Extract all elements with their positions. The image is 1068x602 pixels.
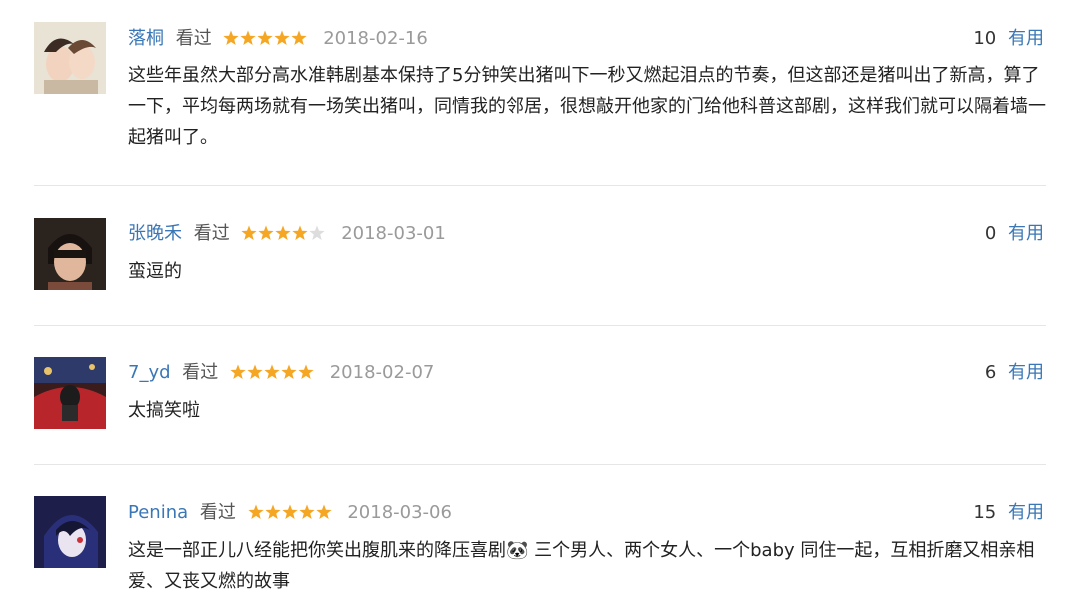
star-filled-icon [298, 364, 314, 379]
comment-header: 落桐 看过 2018-02-16 [128, 24, 428, 54]
comment-date: 2018-02-16 [323, 28, 428, 49]
useful-count: 15 [973, 502, 997, 523]
rating-stars-svg [247, 504, 332, 519]
watch-status: 看过 [193, 223, 230, 244]
star-filled-icon [275, 225, 292, 240]
useful-button[interactable]: 有用 [1008, 502, 1044, 523]
watch-status: 看过 [182, 362, 219, 383]
rating-stars-svg [241, 225, 326, 240]
comment-header: 张晚禾 看过 2018-03-01 [128, 219, 446, 249]
useful-button[interactable]: 有用 [1008, 362, 1044, 383]
star-filled-icon [223, 30, 240, 45]
avatar[interactable] [34, 22, 106, 94]
divider [34, 185, 1046, 186]
username-link[interactable]: 7_yd [128, 362, 171, 383]
comment-text: 太搞笑啦 [128, 400, 200, 421]
useful-button[interactable]: 有用 [1008, 223, 1044, 244]
comment-header: Penina 看过 2018-03-06 [128, 498, 452, 528]
useful-count: 6 [984, 362, 997, 383]
star-filled-icon [241, 225, 258, 240]
rating-stars-svg [223, 30, 308, 45]
useful-button[interactable]: 有用 [1008, 28, 1044, 49]
avatar[interactable] [34, 357, 106, 429]
rating-stars [241, 225, 326, 241]
comment-text: 这是一部正儿八经能把你笑出腹肌来的降压喜剧🐼 三个男人、两个女人、一个baby … [128, 540, 1035, 592]
star-filled-icon [230, 364, 246, 379]
star-filled-icon [315, 504, 332, 519]
comment-date: 2018-03-01 [341, 223, 446, 244]
useful-count: 10 [973, 28, 997, 49]
divider [34, 325, 1046, 326]
username-link[interactable]: Penina [128, 502, 188, 523]
rating-stars-svg [230, 364, 314, 379]
star-filled-icon [281, 364, 297, 379]
watch-status: 看过 [199, 502, 236, 523]
useful-vote: 0 有用 [985, 219, 1044, 249]
watch-status: 看过 [175, 28, 212, 49]
comment-text: 蛮逗的 [128, 261, 182, 282]
star-filled-icon [240, 30, 257, 45]
rating-stars [247, 504, 332, 520]
star-filled-icon [281, 504, 298, 519]
username-link[interactable]: 落桐 [128, 28, 164, 49]
star-filled-icon [247, 364, 263, 379]
comment-date: 2018-03-06 [347, 502, 452, 523]
comment-text: 这些年虽然大部分高水准韩剧基本保持了5分钟笑出猪叫下一秒又燃起泪点的节奏，但这部… [128, 65, 1046, 148]
star-filled-icon [292, 225, 309, 240]
comment-header: 7_yd 看过 2018-02-07 [128, 358, 434, 388]
username-link[interactable]: 张晚禾 [128, 223, 182, 244]
useful-vote: 10 有用 [973, 24, 1044, 54]
star-filled-icon [298, 504, 315, 519]
useful-vote: 6 有用 [985, 358, 1044, 388]
star-empty-icon [309, 225, 326, 240]
avatar[interactable] [34, 218, 106, 290]
star-filled-icon [264, 504, 281, 519]
useful-count: 0 [984, 223, 997, 244]
star-filled-icon [257, 30, 274, 45]
comment-date: 2018-02-07 [329, 362, 435, 383]
rating-stars [223, 30, 308, 46]
star-filled-icon [274, 30, 291, 45]
rating-stars [230, 364, 314, 380]
star-filled-icon [264, 364, 280, 379]
star-filled-icon [258, 225, 275, 240]
divider [34, 464, 1046, 465]
star-filled-icon [247, 504, 264, 519]
useful-vote: 15 有用 [973, 498, 1044, 528]
avatar[interactable] [34, 496, 106, 568]
star-filled-icon [291, 30, 308, 45]
